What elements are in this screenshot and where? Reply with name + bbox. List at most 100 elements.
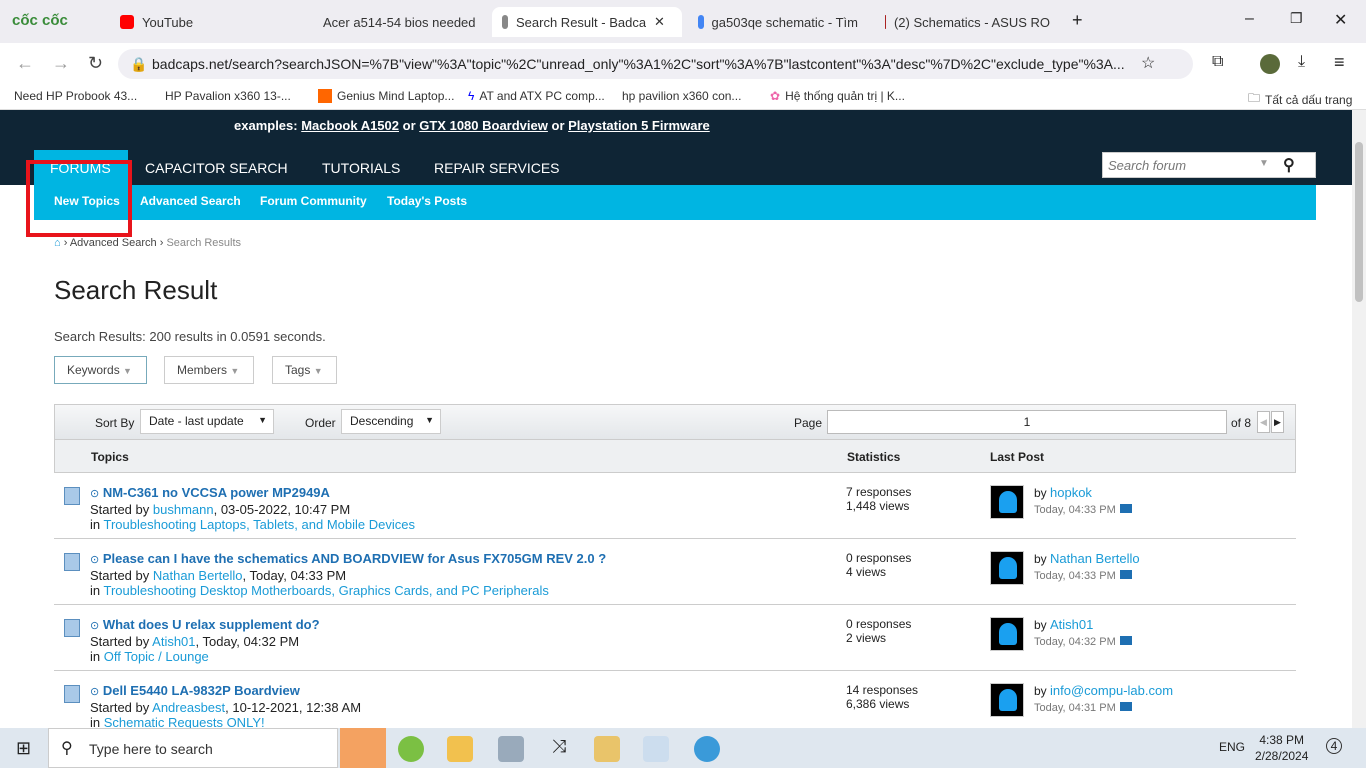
new-tab-button[interactable]: +	[1072, 10, 1083, 31]
last-post-user[interactable]: Nathan Bertello	[1050, 551, 1140, 566]
last-post-user[interactable]: info@compu-lab.com	[1050, 683, 1173, 698]
close-window-button[interactable]: ✕	[1334, 10, 1347, 30]
bookmark[interactable]: hp pavilion x360 con...	[622, 89, 741, 103]
tab-google[interactable]: ga503qe schematic - Tìm	[688, 7, 868, 37]
maximize-button[interactable]: ❐	[1290, 10, 1303, 27]
bookmark[interactable]: ϟ AT and ATX PC comp...	[468, 89, 605, 103]
topic-title[interactable]: What does U relax supplement do?	[103, 617, 320, 632]
tags-filter[interactable]: Tags ▼	[272, 356, 337, 384]
address-bar-row: ← → ↻ 🔒 badcaps.net/search?searchJSON=%7B…	[0, 43, 1366, 86]
clock[interactable]: 4:38 PM 2/28/2024	[1255, 732, 1308, 764]
bookmark[interactable]: Genius Mind Laptop...	[318, 89, 454, 103]
shuffle-app-icon[interactable]: ⤨	[546, 736, 572, 762]
page-input[interactable]: 1	[827, 410, 1227, 434]
example-link[interactable]: Macbook A1502	[301, 118, 399, 133]
tab-youtube[interactable]: YouTube	[110, 7, 290, 37]
scrollbar[interactable]	[1352, 110, 1366, 728]
menu-icon[interactable]: ≡	[1334, 52, 1345, 73]
file-explorer-icon[interactable]	[447, 736, 473, 762]
minimize-button[interactable]: –	[1245, 10, 1254, 28]
members-filter[interactable]: Members ▼	[164, 356, 254, 384]
topic-title[interactable]: Please can I have the schematics AND BOA…	[103, 551, 606, 566]
go-to-last-post-icon[interactable]	[1119, 570, 1132, 579]
user-avatar[interactable]	[990, 617, 1024, 651]
topic-author[interactable]: bushmann	[153, 502, 214, 517]
subnav-todays-posts[interactable]: Today's Posts	[387, 194, 467, 208]
coccoc-app[interactable]	[398, 736, 424, 762]
forward-icon[interactable]: →	[52, 53, 70, 74]
jump-to-new-icon[interactable]: ⊙	[90, 488, 99, 500]
profile-avatar[interactable]	[1260, 54, 1280, 74]
user-avatar[interactable]	[990, 683, 1024, 717]
bookmark[interactable]: Need HP Probook 43...	[14, 89, 137, 103]
jump-to-new-icon[interactable]: ⊙	[90, 554, 99, 566]
last-post-user[interactable]: Atish01	[1050, 617, 1093, 632]
prev-page-button[interactable]: ◀	[1257, 411, 1270, 433]
bookmark[interactable]: HP Pavalion x360 13-...	[165, 89, 291, 103]
jump-to-new-icon[interactable]: ⊙	[90, 686, 99, 698]
responses-count: 0 responses	[846, 551, 912, 565]
topic-author[interactable]: Andreasbest	[152, 700, 225, 715]
topic-forum[interactable]: Troubleshooting Desktop Motherboards, Gr…	[104, 583, 549, 598]
tab-asus[interactable]: (2) Schematics - ASUS RO	[875, 7, 1060, 37]
all-bookmarks[interactable]: 🗀 Tất cả dấu trang	[1248, 89, 1352, 110]
example-link[interactable]: GTX 1080 Boardview	[419, 118, 548, 133]
extensions-icon[interactable]: ⧉	[1212, 53, 1223, 71]
topic-title[interactable]: NM-C361 no VCCSA power MP2949A	[103, 485, 330, 500]
topic-document-icon	[64, 619, 80, 637]
topic-document-icon	[64, 685, 80, 703]
windows-start-icon[interactable]: ⊞	[16, 738, 31, 759]
topic-author[interactable]: Nathan Bertello	[153, 568, 243, 583]
order-select[interactable]: Descending ▼	[341, 409, 441, 434]
topic-document-icon	[64, 487, 80, 505]
zalo-app[interactable]	[340, 728, 386, 768]
topic-author[interactable]: Atish01	[152, 634, 195, 649]
ifixprog-app-icon[interactable]	[643, 736, 669, 762]
next-page-button[interactable]: ▶	[1271, 411, 1284, 433]
breadcrumb: ⌂ › Advanced Search › Search Results	[54, 237, 242, 249]
download-icon[interactable]: ⤓	[1298, 53, 1305, 71]
sort-select[interactable]: Date - last update ▼	[140, 409, 274, 434]
search-input[interactable]: Search forum	[1108, 158, 1186, 173]
jump-to-new-icon[interactable]: ⊙	[90, 620, 99, 632]
keywords-filter[interactable]: Keywords ▼	[54, 356, 147, 384]
last-post-time: Today, 04:33 PM	[1034, 504, 1116, 516]
search-icon[interactable]: ⚲	[1283, 155, 1295, 175]
user-avatar[interactable]	[990, 485, 1024, 519]
breadcrumb-link[interactable]: Advanced Search	[70, 237, 157, 249]
tab-acer[interactable]: Acer a514-54 bios needed	[305, 7, 485, 37]
go-to-last-post-icon[interactable]	[1119, 504, 1132, 513]
chevron-down-icon[interactable]: ▼	[1259, 158, 1269, 169]
notification-center[interactable]: 4	[1326, 738, 1342, 754]
go-to-last-post-icon[interactable]	[1119, 636, 1132, 645]
last-post-user[interactable]: hopkok	[1050, 485, 1092, 500]
go-to-last-post-icon[interactable]	[1119, 702, 1132, 711]
example-link[interactable]: Playstation 5 Firmware	[568, 118, 710, 133]
chinafix-app-icon[interactable]	[594, 736, 620, 762]
views-count: 2 views	[846, 631, 887, 645]
nav-tutorials[interactable]: TUTORIALS	[322, 160, 400, 176]
home-icon[interactable]: ⌂	[54, 237, 61, 249]
star-icon[interactable]: ☆	[1141, 53, 1155, 73]
subnav-advanced-search[interactable]: Advanced Search	[140, 194, 241, 208]
nav-repair-services[interactable]: REPAIR SERVICES	[434, 160, 560, 176]
language-indicator[interactable]: ENG	[1219, 740, 1245, 754]
nav-capacitor-search[interactable]: CAPACITOR SEARCH	[145, 160, 288, 176]
bookmark[interactable]: ✿ Hệ thống quản trị | K...	[770, 89, 905, 103]
back-icon[interactable]: ←	[16, 53, 34, 74]
windows-taskbar: ⊞ ⚲ Type here to search ⤨ ENG 4:38 PM 2/2…	[0, 728, 1366, 768]
search-forum[interactable]: Search forum ▼ ⚲	[1102, 152, 1316, 178]
close-tab-icon[interactable]: ✕	[654, 14, 665, 30]
topic-forum[interactable]: Troubleshooting Laptops, Tablets, and Mo…	[104, 517, 415, 532]
user-avatar[interactable]	[990, 551, 1024, 585]
tab-search-result[interactable]: Search Result - Badcaps ✕	[492, 7, 682, 37]
topic-row: ⊙ What does U relax supplement do? Start…	[54, 605, 1296, 671]
url-input[interactable]: 🔒 badcaps.net/search?searchJSON=%7B"view"…	[118, 49, 1193, 79]
reload-icon[interactable]: ↻	[88, 53, 103, 74]
topic-forum[interactable]: Off Topic / Lounge	[104, 649, 209, 664]
subnav-forum-community[interactable]: Forum Community	[260, 194, 367, 208]
topic-title[interactable]: Dell E5440 LA-9832P Boardview	[103, 683, 300, 698]
pdf-app-icon[interactable]	[498, 736, 524, 762]
telegram-app-icon[interactable]	[694, 736, 720, 762]
taskbar-search[interactable]: ⚲ Type here to search	[48, 728, 338, 768]
